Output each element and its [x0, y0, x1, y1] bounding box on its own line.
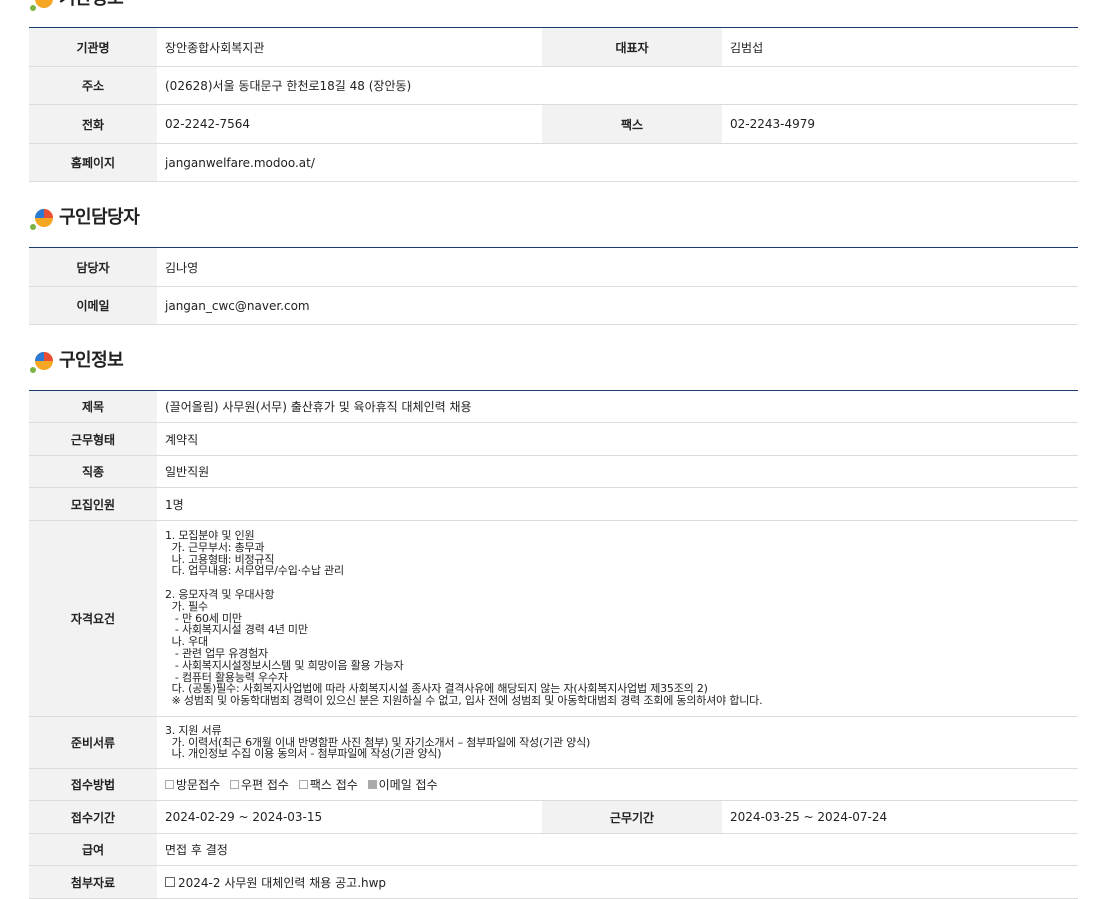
- field-label: 근무기간: [542, 800, 722, 834]
- table-row: 근무형태 계약직: [29, 422, 1078, 456]
- table-row: 담당자 김나영: [29, 247, 1078, 287]
- table-row: 급여 면접 후 결정: [29, 833, 1078, 866]
- table-row: 첨부자료 2024-2 사무원 대체인력 채용 공고.hwp: [29, 865, 1078, 899]
- field-label: 제목: [29, 390, 157, 423]
- table-row: 접수기간 2024-02-29 ~ 2024-03-15 근무기간 2024-0…: [29, 800, 1078, 834]
- job-work-period-value: 2024-03-25 ~ 2024-07-24: [722, 800, 1078, 834]
- job-employment-value: 계약직: [157, 422, 1078, 456]
- method-label: 이메일 접수: [378, 778, 438, 792]
- attachment-link[interactable]: 2024-2 사무원 대체인력 채용 공고.hwp: [178, 876, 386, 890]
- section-title: 기관정보: [59, 0, 124, 12]
- section-bullet-icon: [30, 209, 53, 230]
- table-row: 제목 (끌어올림) 사무원(서무) 출산휴가 및 육아휴직 대체인력 채용: [29, 390, 1078, 423]
- field-label: 기관명: [29, 27, 157, 67]
- checkbox-icon: [298, 780, 308, 789]
- table-row: 접수방법 방문접수 우편 접수 팩스 접수 이메일 접수: [29, 768, 1078, 801]
- field-label: 주소: [29, 66, 157, 105]
- org-homepage-link[interactable]: janganwelfare.modoo.at/: [157, 143, 1078, 182]
- field-label: 준비서류: [29, 716, 157, 769]
- section-title: 구인정보: [59, 350, 124, 371]
- field-label: 직종: [29, 455, 157, 488]
- field-label: 대표자: [542, 27, 722, 67]
- field-label: 자격요건: [29, 520, 157, 717]
- checkbox-checked-icon: [367, 780, 377, 789]
- file-icon: [165, 877, 175, 887]
- checkbox-icon: [165, 780, 174, 789]
- org-rep-value: 김범섭: [722, 27, 1078, 67]
- table-row: 이메일 jangan_cwc@naver.com: [29, 286, 1078, 325]
- checkbox-icon: [230, 780, 239, 789]
- method-option-visit: 방문접수: [165, 778, 220, 792]
- field-label: 홈페이지: [29, 143, 157, 182]
- field-label: 근무형태: [29, 422, 157, 456]
- table-row: 주소 (02628)서울 동대문구 한천로18길 48 (장안동): [29, 66, 1078, 105]
- contact-info-table: 담당자 김나영 이메일 jangan_cwc@naver.com: [29, 247, 1078, 325]
- job-subject-value: (끌어올림) 사무원(서무) 출산휴가 및 육아휴직 대체인력 채용: [157, 390, 1078, 423]
- field-label: 모집인원: [29, 487, 157, 521]
- job-method-options: 방문접수 우편 접수 팩스 접수 이메일 접수: [157, 768, 1078, 801]
- method-label: 팩스 접수: [309, 778, 358, 792]
- contact-email-value[interactable]: jangan_cwc@naver.com: [157, 286, 1078, 325]
- method-option-mail: 우편 접수: [230, 778, 289, 792]
- field-label: 접수방법: [29, 768, 157, 801]
- contact-person-value: 김나영: [157, 247, 1078, 287]
- method-label: 방문접수: [176, 778, 221, 792]
- field-label: 이메일: [29, 286, 157, 325]
- org-address-value: (02628)서울 동대문구 한천로18길 48 (장안동): [157, 66, 1078, 105]
- section-bullet-icon: [30, 0, 53, 11]
- method-option-email: 이메일 접수: [367, 778, 438, 792]
- org-name-value: 장안종합사회복지관: [157, 27, 542, 67]
- field-label: 전화: [29, 104, 157, 144]
- table-row: 자격요건 1. 모집분야 및 인원 가. 근무부서: 총무과 나. 고용형태: …: [29, 520, 1078, 717]
- field-label: 팩스: [542, 104, 722, 144]
- field-label: 담당자: [29, 247, 157, 287]
- table-row: 전화 02-2242-7564 팩스 02-2243-4979: [29, 104, 1078, 144]
- field-label: 첨부자료: [29, 865, 157, 899]
- section-title: 구인담당자: [59, 207, 140, 228]
- job-info-table: 제목 (끌어올림) 사무원(서무) 출산휴가 및 육아휴직 대체인력 채용 근무…: [29, 390, 1078, 899]
- job-period-value: 2024-02-29 ~ 2024-03-15: [157, 800, 542, 834]
- org-info-table: 기관명 장안종합사회복지관 대표자 김범섭 주소 (02628)서울 동대문구 …: [29, 27, 1078, 182]
- job-headcount-value: 1명: [157, 487, 1078, 521]
- method-option-fax: 팩스 접수: [298, 778, 358, 792]
- table-row: 홈페이지 janganwelfare.modoo.at/: [29, 143, 1078, 182]
- table-row: 기관명 장안종합사회복지관 대표자 김범섭: [29, 27, 1078, 67]
- table-row: 모집인원 1명: [29, 487, 1078, 521]
- field-label: 급여: [29, 833, 157, 866]
- job-salary-value: 면접 후 결정: [157, 833, 1078, 866]
- table-row: 직종 일반직원: [29, 455, 1078, 488]
- field-label: 접수기간: [29, 800, 157, 834]
- org-fax-value: 02-2243-4979: [722, 104, 1078, 144]
- org-phone-value: 02-2242-7564: [157, 104, 542, 144]
- job-qualifications-value: 1. 모집분야 및 인원 가. 근무부서: 총무과 나. 고용형태: 비정규직 …: [157, 520, 1078, 717]
- section-bullet-icon: [30, 352, 53, 373]
- job-attachment-cell: 2024-2 사무원 대체인력 채용 공고.hwp: [157, 865, 1078, 899]
- job-documents-value: 3. 지원 서류 가. 이력서(최근 6개월 이내 반명함판 사진 첨부) 및 …: [157, 716, 1078, 769]
- job-occupation-value: 일반직원: [157, 455, 1078, 488]
- method-label: 우편 접수: [241, 778, 289, 792]
- table-row: 준비서류 3. 지원 서류 가. 이력서(최근 6개월 이내 반명함판 사진 첨…: [29, 716, 1078, 769]
